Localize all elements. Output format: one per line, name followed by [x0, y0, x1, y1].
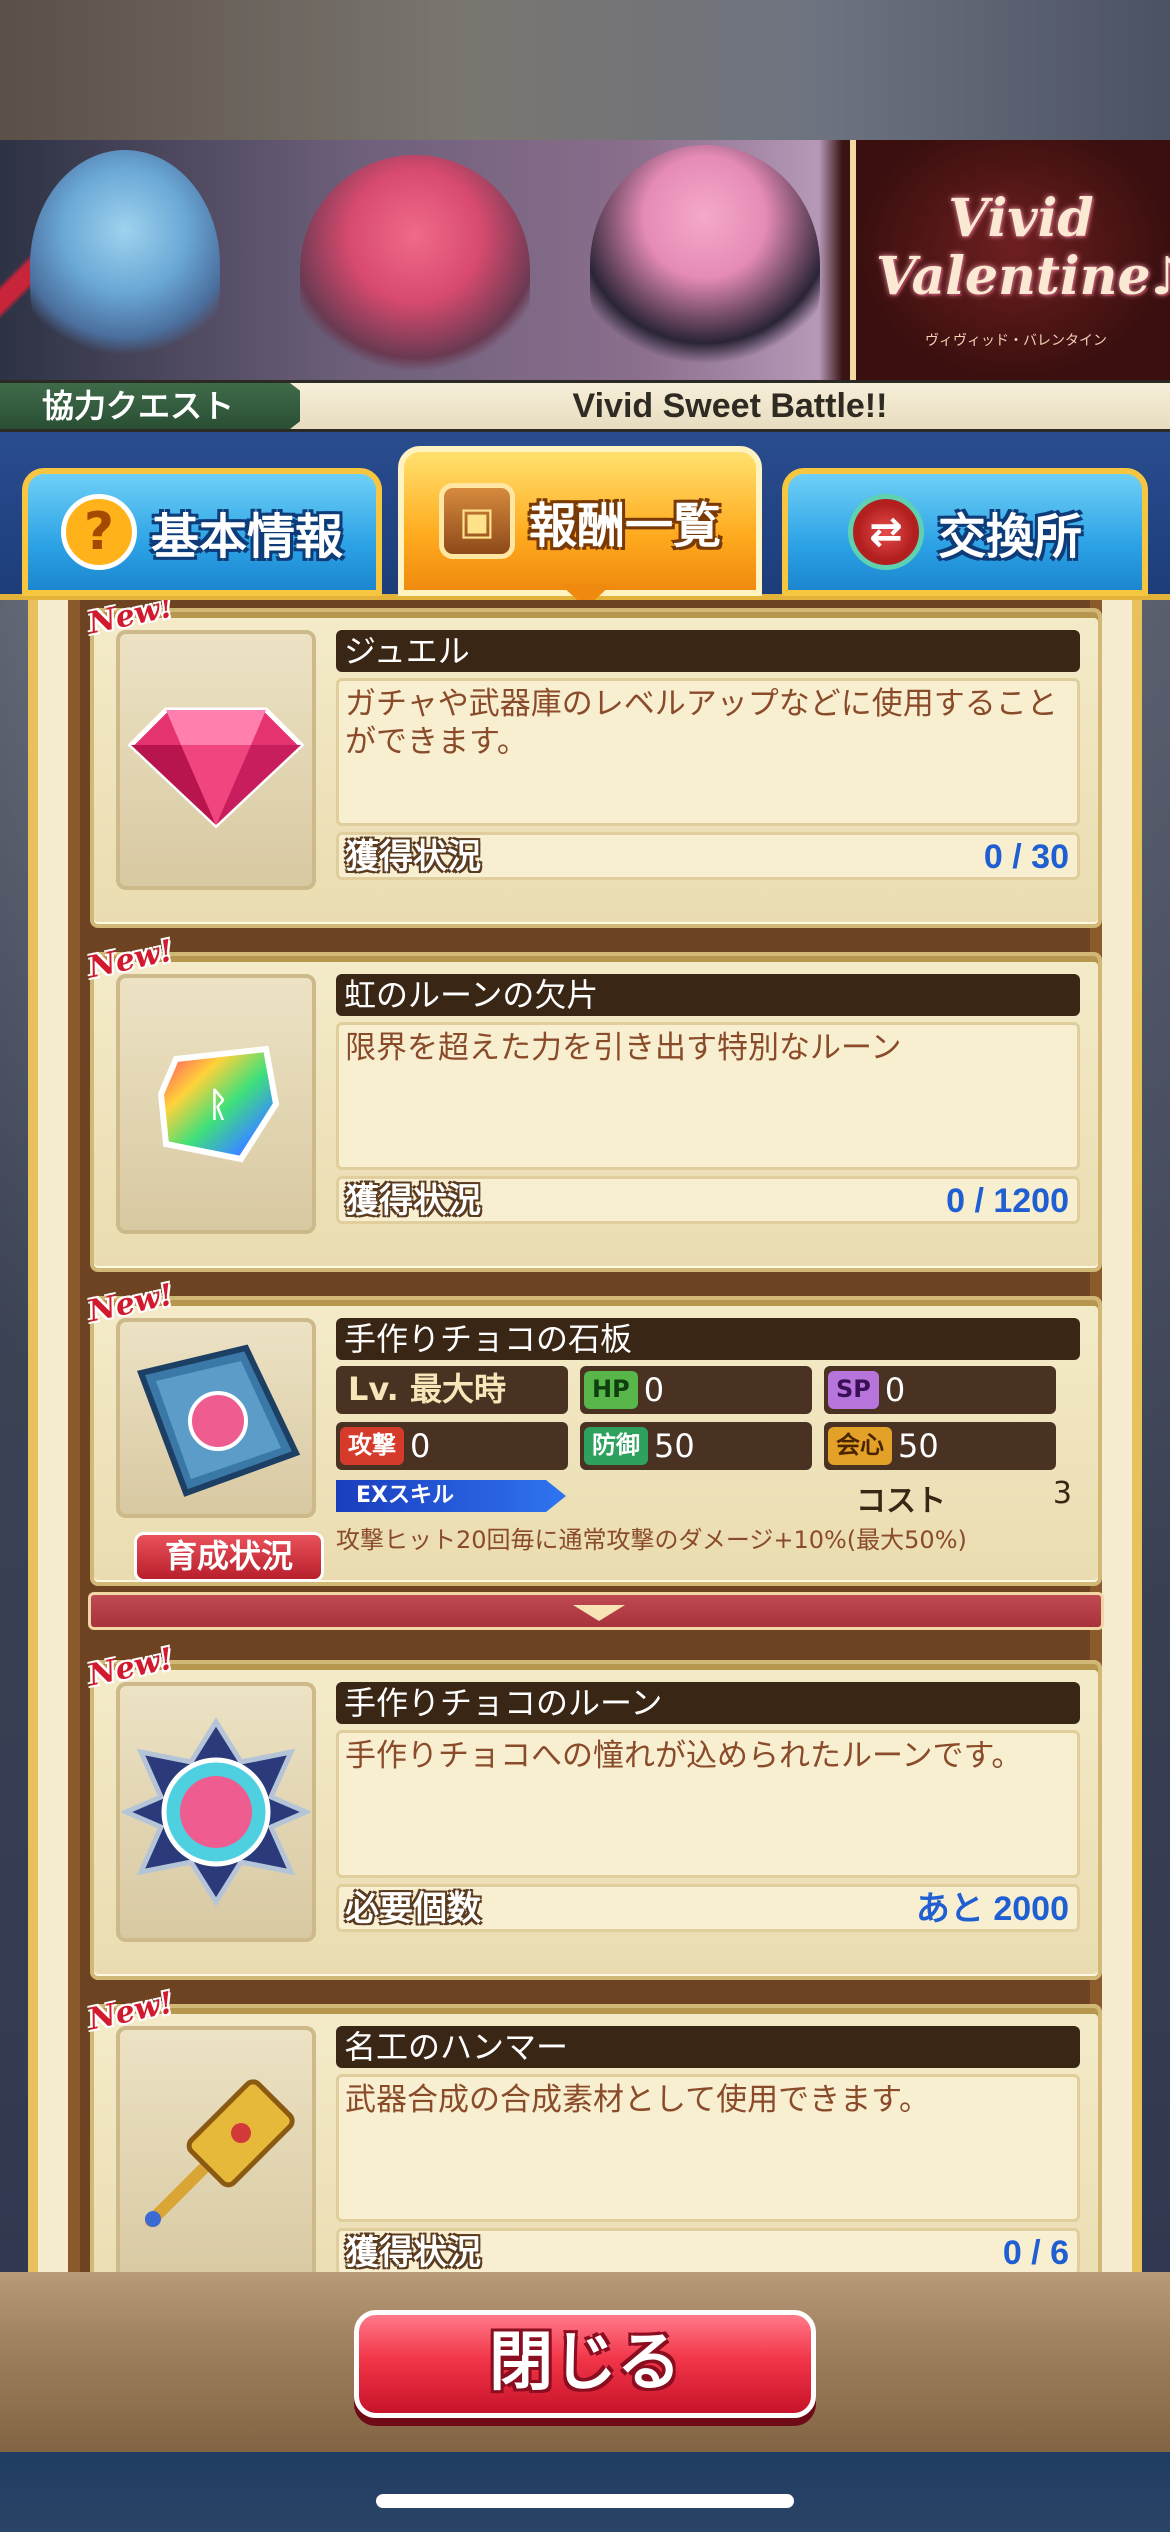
- tab-label: 基本情報: [150, 509, 343, 565]
- item-icon-frame: [116, 1682, 316, 1942]
- exchange-icon: ⇄: [847, 494, 924, 570]
- expand-details-bar[interactable]: [88, 1592, 1104, 1630]
- item-name: ジュエル: [336, 630, 1080, 672]
- item-name: 手作りチョコの石板: [336, 1318, 1080, 1360]
- stone-tablet-icon: [136, 1344, 301, 1497]
- stat-grid: Lv. 最大時 HP 0 SP 0 攻撃 0 防御 50 会心 50: [336, 1366, 1080, 1470]
- cost-value: 3: [1052, 1476, 1072, 1511]
- acquisition-status: 獲得状況 0 / 30: [336, 832, 1080, 880]
- logo-line1: Vivid: [948, 188, 1094, 249]
- attack-key: 攻撃: [340, 1427, 404, 1465]
- item-icon-frame: ᚱ: [116, 974, 316, 1234]
- hammer-icon: [145, 2079, 295, 2227]
- growth-status-button[interactable]: 育成状況: [134, 1532, 324, 1582]
- cost-label: コスト: [856, 1484, 946, 1519]
- chocolate-rune-icon: [121, 1717, 311, 1907]
- reward-card-rainbow-rune-shard: New! ᚱ 虹のルーンの欠片 限界を超えた力を引き出す特別なルーン 獲得状況 …: [85, 933, 1102, 1272]
- stat-critical: 会心 50: [824, 1422, 1056, 1470]
- logo-line2: Valentine♪: [876, 246, 1170, 307]
- item-description: 限界を超えた力を引き出す特別なルーン: [336, 1022, 1080, 1170]
- acquisition-status: 獲得状況 0 / 6: [336, 2228, 1080, 2272]
- skill-description: 攻撃ヒット20回毎に通常攻撃のダメージ+10%(最大50%): [336, 1526, 967, 1554]
- hp-key: HP: [584, 1371, 638, 1409]
- stat-defense: 防御 50: [580, 1422, 812, 1470]
- ex-skill-tag: EXスキル: [336, 1480, 566, 1512]
- svg-text:ᚱ: ᚱ: [208, 1085, 228, 1125]
- tab-rewards[interactable]: ▣ 報酬一覧: [398, 446, 762, 596]
- item-icon-frame: [116, 630, 316, 890]
- defense-key: 防御: [584, 1427, 648, 1465]
- tab-basic-info[interactable]: ? 基本情報: [22, 468, 382, 596]
- home-indicator[interactable]: [376, 2494, 794, 2508]
- item-description: 武器合成の合成素材として使用できます。: [336, 2074, 1080, 2222]
- reward-card-chocolate-rune: New! 手作りチョコのルーン 手作りチョコへの憧れが込められたルーンです。 必…: [85, 1641, 1102, 1980]
- reward-card-chocolate-tablet: New! 育成状況 手作りチョコの石板 Lv. 最大時 HP 0 SP 0 攻撃…: [85, 1277, 1102, 1586]
- treasure-chest-icon: ▣: [438, 483, 515, 559]
- status-label: 必要個数: [345, 1889, 481, 1929]
- logo-subtitle: ヴィヴィッド・バレンタイン: [925, 333, 1107, 349]
- character-art: [300, 155, 530, 380]
- home-bar-area: [0, 2452, 1170, 2532]
- status-value: 0 / 30: [983, 838, 1069, 876]
- reward-card-hammer: New! 名工のハンマー 武器合成の合成素材として使用できます。 獲得状況 0 …: [85, 1985, 1102, 2272]
- status-value: あと 2000: [915, 1890, 1069, 1928]
- stat-hp: HP 0: [580, 1366, 812, 1414]
- tab-label: 報酬一覧: [528, 498, 721, 554]
- item-name: 手作りチョコのルーン: [336, 1682, 1080, 1724]
- character-art: [30, 150, 220, 380]
- sp-key: SP: [828, 1371, 879, 1409]
- item-icon-frame: [116, 2026, 316, 2272]
- tab-label: 交換所: [937, 509, 1082, 565]
- stat-level: Lv. 最大時: [336, 1366, 568, 1414]
- item-description: ガチャや武器庫のレベルアップなどに使用することができます。: [336, 678, 1080, 826]
- status-label: 獲得状況: [345, 1181, 481, 1221]
- quest-header: 協力クエスト Vivid Sweet Battle!!: [0, 380, 1170, 432]
- item-name: 名工のハンマー: [336, 2026, 1080, 2068]
- close-button[interactable]: 閉じる: [354, 2310, 816, 2418]
- status-label: 獲得状況: [345, 837, 481, 877]
- defense-value: 50: [654, 1427, 695, 1465]
- item-icon-frame: [116, 1318, 316, 1518]
- tab-exchange[interactable]: ⇄ 交換所: [782, 468, 1148, 596]
- character-art: [590, 145, 820, 380]
- stat-attack: 攻撃 0: [336, 1422, 568, 1470]
- event-banner: Vivid Valentine♪ ヴィヴィッド・バレンタイン: [0, 140, 1170, 380]
- attack-value: 0: [410, 1427, 431, 1465]
- rainbow-rune-shard-icon: ᚱ: [157, 1045, 280, 1163]
- event-logo: Vivid Valentine♪ ヴィヴィッド・バレンタイン: [850, 140, 1170, 380]
- jewel-icon: [127, 707, 305, 829]
- required-count: 必要個数 あと 2000: [336, 1884, 1080, 1932]
- item-name: 虹のルーンの欠片: [336, 974, 1080, 1016]
- help-icon: ?: [60, 494, 137, 570]
- status-label: 獲得状況: [345, 2233, 481, 2272]
- quest-type-label: 協力クエスト: [0, 383, 300, 429]
- item-description: 手作りチョコへの憧れが込められたルーンです。: [336, 1730, 1080, 1878]
- status-bar-area: [0, 0, 1170, 140]
- critical-value: 50: [898, 1427, 939, 1465]
- critical-key: 会心: [828, 1427, 892, 1465]
- tab-bar: ? 基本情報 ▣ 報酬一覧 ⇄ 交換所: [0, 432, 1170, 608]
- status-value: 0 / 1200: [946, 1182, 1069, 1220]
- reward-list[interactable]: New! ジュエル ガチャや武器庫のレベルアップなどに使用することができます。 …: [28, 600, 1142, 2272]
- ex-skill-row: EXスキル コスト 3: [336, 1476, 1080, 1519]
- stat-sp: SP 0: [824, 1366, 1056, 1414]
- quest-title: Vivid Sweet Battle!!: [572, 387, 888, 425]
- reward-card-jewel: New! ジュエル ガチャや武器庫のレベルアップなどに使用することができます。 …: [85, 600, 1102, 928]
- footer: 閉じる: [0, 2272, 1170, 2452]
- sp-value: 0: [884, 1371, 906, 1409]
- chevron-down-icon: [573, 1605, 625, 1621]
- acquisition-status: 獲得状況 0 / 1200: [336, 1176, 1080, 1224]
- hp-value: 0: [643, 1371, 665, 1409]
- status-value: 0 / 6: [1002, 2234, 1069, 2272]
- level-label: Lv. 最大時: [348, 1370, 506, 1408]
